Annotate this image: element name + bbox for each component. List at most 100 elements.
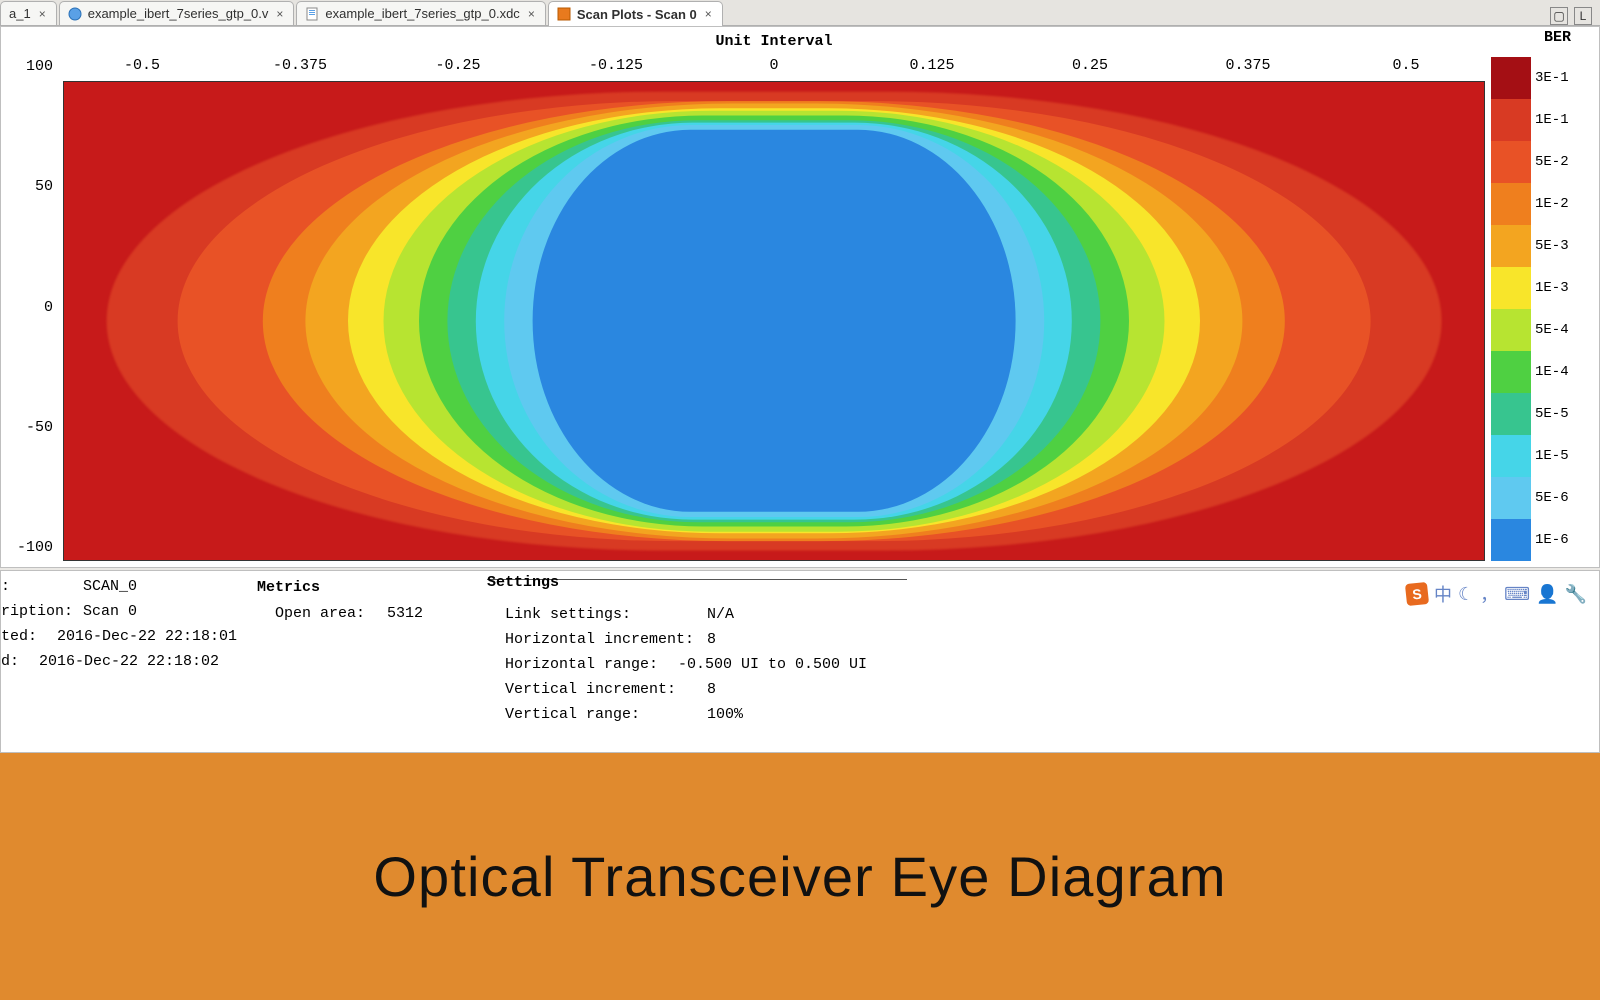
- legend-row: 1E-6: [1491, 519, 1587, 561]
- detail-row: Link settings:N/A: [487, 607, 867, 622]
- legend-label: 5E-2: [1535, 154, 1569, 170]
- tab-label: a_1: [9, 6, 31, 21]
- close-icon[interactable]: ×: [703, 7, 714, 21]
- legend-swatch: [1491, 435, 1531, 477]
- tab-xdc-file[interactable]: example_ibert_7series_gtp_0.xdc ×: [296, 1, 545, 25]
- y-tick: -50: [26, 420, 53, 435]
- legend-swatch: [1491, 351, 1531, 393]
- tab-label: Scan Plots - Scan 0: [577, 7, 697, 22]
- y-axis-ticks: 100 50 0 -50 -100: [5, 29, 57, 561]
- chart-title: Unit Interval: [63, 29, 1485, 53]
- settings-column: Settings Link settings:N/AHorizontal inc…: [487, 579, 907, 732]
- scan-plot-panel: 100 50 0 -50 -100 Unit Interval -0.5 -0.…: [0, 26, 1600, 568]
- settings-heading: Settings: [487, 574, 867, 591]
- ber-legend: BER 3E-11E-15E-21E-25E-31E-35E-41E-45E-5…: [1491, 29, 1587, 561]
- close-icon[interactable]: ×: [274, 7, 285, 21]
- detail-key: ription:: [1, 604, 63, 619]
- detail-row: ription:Scan 0: [1, 604, 217, 619]
- legend-row: 1E-1: [1491, 99, 1587, 141]
- tab-label: example_ibert_7series_gtp_0.v: [88, 6, 269, 21]
- y-tick: -100: [17, 540, 53, 555]
- scan-icon: [557, 7, 571, 21]
- legend-swatch: [1491, 183, 1531, 225]
- x-tick: 0.125: [853, 57, 1011, 74]
- detail-row: Horizontal increment:8: [487, 632, 867, 647]
- detail-key: Horizontal range:: [487, 657, 658, 672]
- legend-label: 1E-6: [1535, 532, 1569, 548]
- caption-text: Optical Transceiver Eye Diagram: [373, 844, 1226, 909]
- punct-icon[interactable]: ，: [1480, 581, 1498, 607]
- legend-label: 1E-5: [1535, 448, 1569, 464]
- legend-row: 5E-6: [1491, 477, 1587, 519]
- legend-swatch: [1491, 57, 1531, 99]
- ime-status-bar[interactable]: S 中 ☾ ， ⌨ 👤 🔧: [1406, 581, 1587, 607]
- legend-swatch: [1491, 477, 1531, 519]
- y-tick: 0: [44, 300, 53, 315]
- close-icon[interactable]: ×: [37, 7, 48, 21]
- x-tick: -0.375: [221, 57, 379, 74]
- legend-swatch: [1491, 141, 1531, 183]
- app-root: a_1 × example_ibert_7series_gtp_0.v × ex…: [0, 0, 1600, 1000]
- y-tick: 100: [26, 59, 53, 74]
- detail-key: Link settings:: [487, 607, 687, 622]
- xdc-icon: [305, 7, 319, 21]
- detail-value: 8: [687, 632, 716, 647]
- x-axis-ticks: -0.5 -0.375 -0.25 -0.125 0 0.125 0.25 0.…: [63, 53, 1485, 74]
- leave-button[interactable]: L: [1574, 7, 1592, 25]
- moon-icon[interactable]: ☾: [1458, 584, 1474, 605]
- x-tick: -0.25: [379, 57, 537, 74]
- detail-value: -0.500 UI to 0.500 UI: [658, 657, 867, 672]
- user-icon[interactable]: 👤: [1536, 584, 1558, 605]
- x-tick: 0.375: [1169, 57, 1327, 74]
- metrics-heading: Metrics: [257, 579, 447, 596]
- x-tick: -0.125: [537, 57, 695, 74]
- detail-row: ted:2016-Dec-22 22:18:01: [1, 629, 217, 644]
- detail-key: Vertical range:: [487, 707, 687, 722]
- detail-value: SCAN_0: [63, 579, 137, 594]
- legend-label: 5E-4: [1535, 322, 1569, 338]
- x-tick: 0: [695, 57, 853, 74]
- legend-swatch: [1491, 519, 1531, 561]
- detail-row: Open area:5312: [257, 606, 447, 621]
- keyboard-icon[interactable]: ⌨: [1504, 584, 1530, 605]
- legend-label: 1E-1: [1535, 112, 1569, 128]
- detail-value: 2016-Dec-22 22:18:01: [37, 629, 237, 644]
- metrics-column: Metrics Open area:5312: [257, 579, 487, 732]
- legend-swatch: [1491, 99, 1531, 141]
- legend-swatch: [1491, 267, 1531, 309]
- detail-key: d:: [1, 654, 19, 669]
- detail-value: 8: [687, 682, 716, 697]
- detail-value: 100%: [687, 707, 743, 722]
- detail-key: Vertical increment:: [487, 682, 687, 697]
- tab-verilog-file[interactable]: example_ibert_7series_gtp_0.v ×: [59, 1, 295, 25]
- legend-row: 3E-1: [1491, 57, 1587, 99]
- legend-row: 5E-5: [1491, 393, 1587, 435]
- legend-title: BER: [1491, 29, 1587, 57]
- legend-row: 5E-3: [1491, 225, 1587, 267]
- detail-key: ted:: [1, 629, 37, 644]
- chart-box: Unit Interval -0.5 -0.375 -0.25 -0.125 0…: [63, 29, 1485, 561]
- y-tick: 50: [35, 179, 53, 194]
- detail-value: 5312: [367, 606, 423, 621]
- ime-lang-icon[interactable]: 中: [1434, 581, 1452, 607]
- tab-a1[interactable]: a_1 ×: [0, 1, 57, 25]
- detail-row: :SCAN_0: [1, 579, 217, 594]
- tab-bar: a_1 × example_ibert_7series_gtp_0.v × ex…: [0, 0, 1600, 26]
- detail-key: Open area:: [257, 606, 367, 621]
- legend-row: 5E-2: [1491, 141, 1587, 183]
- legend-swatch: [1491, 225, 1531, 267]
- legend-label: 3E-1: [1535, 70, 1569, 86]
- legend-label: 5E-6: [1535, 490, 1569, 506]
- detail-key: :: [1, 579, 63, 594]
- close-icon[interactable]: ×: [526, 7, 537, 21]
- detail-value: 2016-Dec-22 22:18:02: [19, 654, 219, 669]
- sogou-icon[interactable]: S: [1405, 582, 1429, 606]
- minimize-button[interactable]: ▢: [1550, 7, 1568, 25]
- tool-icon[interactable]: 🔧: [1565, 584, 1587, 605]
- legend-swatch: [1491, 309, 1531, 351]
- tab-scan-plots[interactable]: Scan Plots - Scan 0 ×: [548, 1, 723, 26]
- legend-row: 1E-2: [1491, 183, 1587, 225]
- detail-row: Vertical range:100%: [487, 707, 867, 722]
- detail-row: d:2016-Dec-22 22:18:02: [1, 654, 217, 669]
- eye-diagram-heatmap[interactable]: [63, 81, 1485, 561]
